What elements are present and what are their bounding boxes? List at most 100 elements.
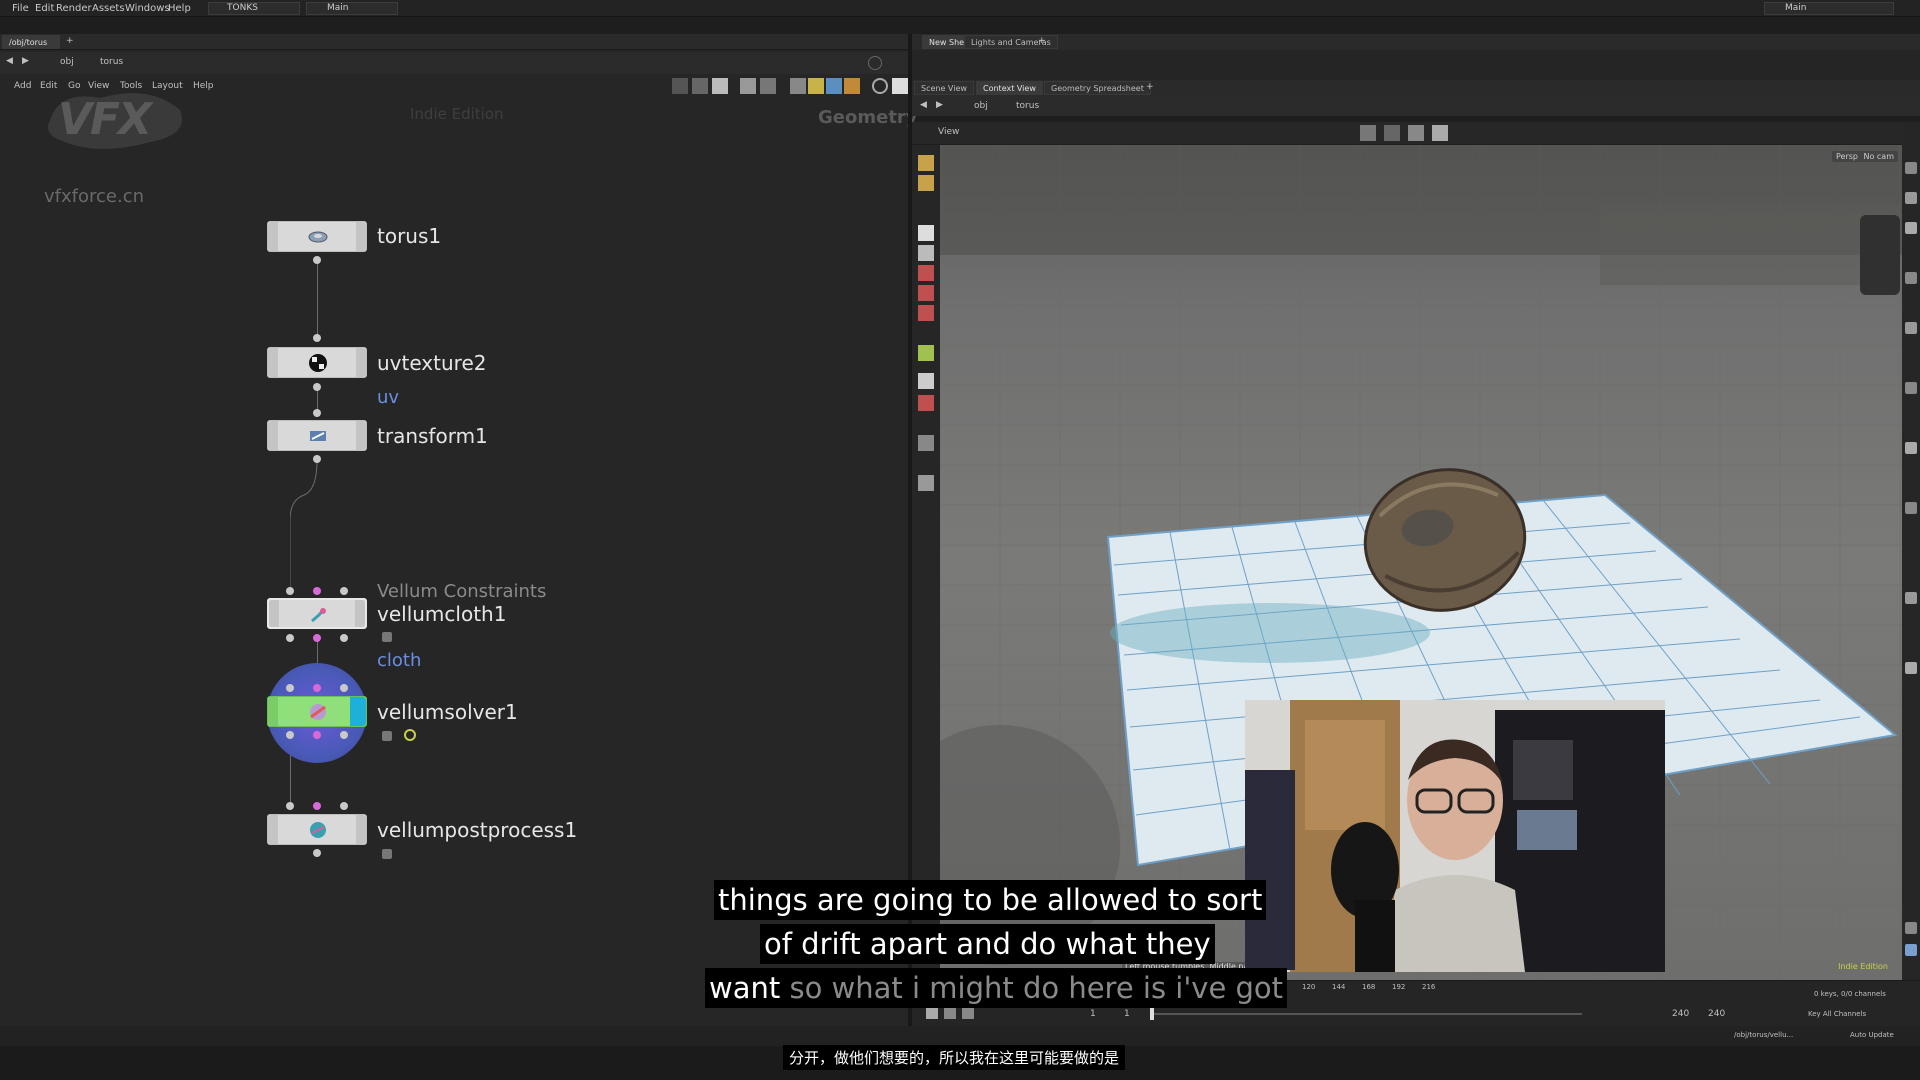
input-port[interactable]	[313, 409, 321, 417]
lock-icon[interactable]	[382, 849, 392, 859]
tab-scene-view[interactable]: Scene View	[914, 81, 974, 95]
node-bypass-flag[interactable]	[268, 348, 278, 377]
auto-update-menu[interactable]: Auto Update	[1850, 1031, 1894, 1039]
add-shelf-button[interactable]: +	[1038, 36, 1046, 46]
path-obj[interactable]: obj	[974, 101, 988, 111]
output-port[interactable]	[340, 731, 348, 739]
tool-icon[interactable]	[1384, 125, 1400, 141]
node-bypass-flag[interactable]	[269, 600, 279, 627]
node-bypass-flag[interactable]	[268, 815, 278, 844]
node-bypass-flag[interactable]	[268, 222, 278, 251]
viewport[interactable]: Persp No cam Left mouse tumbles. Middle …	[940, 145, 1902, 980]
current-frame[interactable]: 1	[1124, 1009, 1130, 1019]
right-desktop-selector[interactable]: Main	[1764, 2, 1894, 15]
select-icon[interactable]	[918, 155, 934, 171]
realtime-icon[interactable]	[962, 1007, 974, 1019]
menu-help[interactable]: Help	[168, 3, 191, 14]
tool-icon[interactable]	[1432, 125, 1448, 141]
net-menu-help[interactable]: Help	[193, 81, 214, 91]
input-port[interactable]	[286, 684, 294, 692]
arrow-icon[interactable]	[918, 225, 934, 241]
lock-icon[interactable]	[382, 632, 392, 642]
output-port[interactable]	[286, 731, 294, 739]
input-port[interactable]	[340, 802, 348, 810]
display-option-icon[interactable]	[1905, 502, 1917, 514]
net-menu-add[interactable]: Add	[14, 81, 31, 91]
output-port[interactable]	[313, 731, 321, 739]
input-port[interactable]	[313, 684, 321, 692]
wrench-icon[interactable]	[672, 78, 688, 94]
tab-obj-torus[interactable]: /obj/torus	[2, 35, 60, 49]
view-menu[interactable]: View	[938, 127, 959, 137]
start-frame[interactable]: 1	[1090, 1009, 1096, 1019]
input-port[interactable]	[340, 587, 348, 595]
node-display-flag[interactable]	[356, 222, 366, 251]
pin-icon[interactable]	[868, 56, 882, 70]
input-port[interactable]	[340, 684, 348, 692]
image-icon[interactable]	[826, 78, 842, 94]
rotate-icon[interactable]	[918, 285, 934, 301]
forward-arrow-icon[interactable]: ▶	[936, 100, 943, 110]
output-port[interactable]	[313, 383, 321, 391]
input-port[interactable]	[313, 587, 321, 595]
persp-menu[interactable]: Persp	[1832, 151, 1862, 162]
key-all-channels-button[interactable]: Key All Channels	[1808, 1010, 1866, 1018]
node-bypass-flag[interactable]	[268, 421, 278, 450]
snapshot-icon[interactable]	[892, 78, 908, 94]
input-port[interactable]	[313, 334, 321, 342]
display-option-icon[interactable]	[1905, 922, 1917, 934]
sticky-icon[interactable]	[808, 78, 824, 94]
camera-menu[interactable]: No cam	[1859, 151, 1898, 162]
end-frame-a[interactable]: 240	[1672, 1009, 1689, 1019]
pose-icon[interactable]	[918, 175, 934, 191]
tab-geometry-spreadsheet[interactable]: Geometry Spreadsheet	[1044, 81, 1151, 95]
path-obj[interactable]: obj	[60, 57, 74, 67]
display-option-icon[interactable]	[1905, 222, 1917, 234]
menu-edit[interactable]: Edit	[35, 3, 54, 14]
output-port[interactable]	[313, 634, 321, 642]
tool-icon[interactable]	[1360, 125, 1376, 141]
node-transform1[interactable]	[267, 420, 367, 451]
magnet-icon[interactable]	[918, 395, 934, 411]
display-option-icon[interactable]	[1905, 322, 1917, 334]
move-icon[interactable]	[918, 265, 934, 281]
input-port[interactable]	[286, 587, 294, 595]
display-option-icon[interactable]	[1905, 662, 1917, 674]
handle-icon[interactable]	[918, 245, 934, 261]
grid-icon[interactable]	[740, 78, 756, 94]
node-display-flag[interactable]	[356, 421, 366, 450]
tree-icon[interactable]	[692, 78, 708, 94]
time-slider-handle[interactable]	[1150, 1008, 1154, 1020]
path-torus[interactable]: torus	[100, 57, 123, 67]
node-display-flag[interactable]	[350, 697, 366, 726]
back-arrow-icon[interactable]: ◀	[6, 56, 13, 66]
node-vellumpostprocess1[interactable]	[267, 814, 367, 845]
note-icon[interactable]	[712, 78, 728, 94]
display-option-icon[interactable]	[1905, 592, 1917, 604]
play-icon[interactable]	[926, 1007, 938, 1019]
time-slider[interactable]	[1152, 1013, 1582, 1015]
node-display-flag[interactable]	[356, 348, 366, 377]
forward-arrow-icon[interactable]: ▶	[22, 56, 29, 66]
output-port[interactable]	[286, 634, 294, 642]
back-arrow-icon[interactable]: ◀	[920, 100, 927, 110]
node-vellumcloth1[interactable]	[267, 598, 367, 629]
scale-icon[interactable]	[918, 305, 934, 321]
add-tab-button[interactable]: +	[1146, 82, 1154, 92]
end-frame-b[interactable]: 240	[1708, 1009, 1725, 1019]
display-option-icon[interactable]	[1905, 382, 1917, 394]
desktop-selector[interactable]: TONKS	[208, 2, 300, 15]
input-port[interactable]	[286, 802, 294, 810]
display-option-icon[interactable]	[1905, 162, 1917, 174]
lock-icon[interactable]	[382, 731, 392, 741]
node-display-flag[interactable]	[356, 815, 366, 844]
output-port[interactable]	[313, 455, 321, 463]
add-tab-button[interactable]: +	[66, 36, 74, 46]
list-icon[interactable]	[760, 78, 776, 94]
menu-windows[interactable]: Windows	[125, 3, 170, 14]
output-port[interactable]	[313, 849, 321, 857]
display-option-icon[interactable]	[1905, 442, 1917, 454]
context-selector[interactable]: Main	[306, 2, 398, 15]
display-option-icon[interactable]	[1905, 192, 1917, 204]
camera-icon[interactable]	[918, 435, 934, 451]
